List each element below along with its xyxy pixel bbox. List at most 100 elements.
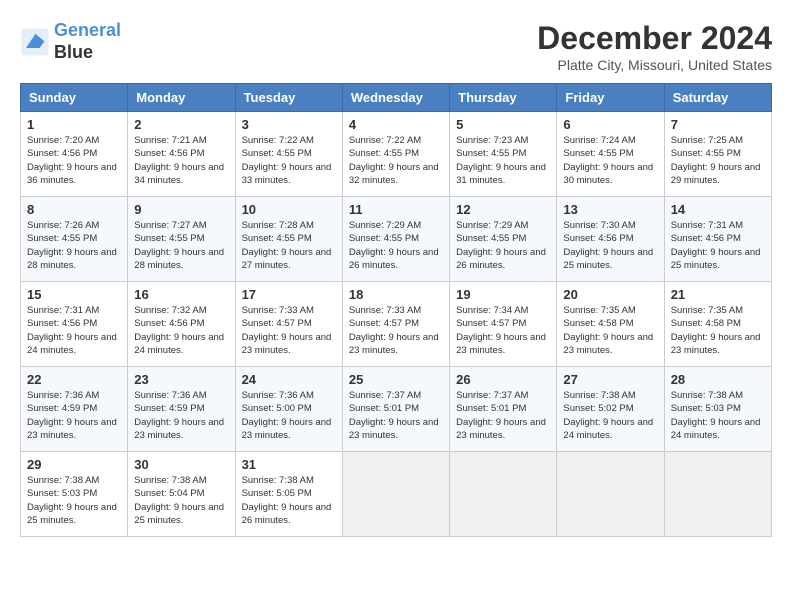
calendar-cell: 21 Sunrise: 7:35 AMSunset: 4:58 PMDayligh… (664, 282, 771, 367)
day-number: 16 (134, 287, 228, 302)
day-number: 20 (563, 287, 657, 302)
calendar-cell: 9 Sunrise: 7:27 AMSunset: 4:55 PMDaylight… (128, 197, 235, 282)
calendar-cell: 5 Sunrise: 7:23 AMSunset: 4:55 PMDaylight… (450, 112, 557, 197)
logo-icon (20, 27, 50, 57)
calendar-cell: 20 Sunrise: 7:35 AMSunset: 4:58 PMDayligh… (557, 282, 664, 367)
day-number: 5 (456, 117, 550, 132)
cell-content: Sunrise: 7:36 AMSunset: 4:59 PMDaylight:… (134, 389, 228, 442)
calendar-cell (450, 452, 557, 537)
cell-content: Sunrise: 7:36 AMSunset: 4:59 PMDaylight:… (27, 389, 121, 442)
calendar-day-header: Sunday (21, 84, 128, 112)
day-number: 23 (134, 372, 228, 387)
day-number: 1 (27, 117, 121, 132)
cell-content: Sunrise: 7:21 AMSunset: 4:56 PMDaylight:… (134, 134, 228, 187)
cell-content: Sunrise: 7:29 AMSunset: 4:55 PMDaylight:… (349, 219, 443, 272)
day-number: 17 (242, 287, 336, 302)
day-number: 4 (349, 117, 443, 132)
day-number: 7 (671, 117, 765, 132)
cell-content: Sunrise: 7:32 AMSunset: 4:56 PMDaylight:… (134, 304, 228, 357)
cell-content: Sunrise: 7:36 AMSunset: 5:00 PMDaylight:… (242, 389, 336, 442)
subtitle: Platte City, Missouri, United States (537, 57, 772, 73)
cell-content: Sunrise: 7:38 AMSunset: 5:04 PMDaylight:… (134, 474, 228, 527)
cell-content: Sunrise: 7:35 AMSunset: 4:58 PMDaylight:… (671, 304, 765, 357)
day-number: 19 (456, 287, 550, 302)
day-number: 29 (27, 457, 121, 472)
calendar-cell: 2Sunrise: 7:21 AMSunset: 4:56 PMDaylight… (128, 112, 235, 197)
calendar-day-header: Tuesday (235, 84, 342, 112)
cell-content: Sunrise: 7:31 AMSunset: 4:56 PMDaylight:… (671, 219, 765, 272)
calendar-cell: 4 Sunrise: 7:22 AMSunset: 4:55 PMDaylight… (342, 112, 449, 197)
cell-content: Sunrise: 7:38 AMSunset: 5:03 PMDaylight:… (27, 474, 121, 527)
day-number: 14 (671, 202, 765, 217)
day-number: 12 (456, 202, 550, 217)
cell-content: Sunrise: 7:37 AMSunset: 5:01 PMDaylight:… (349, 389, 443, 442)
calendar-cell: 27Sunrise: 7:38 AMSunset: 5:02 PMDayligh… (557, 367, 664, 452)
calendar-cell (557, 452, 664, 537)
cell-content: Sunrise: 7:23 AMSunset: 4:55 PMDaylight:… (456, 134, 550, 187)
day-number: 25 (349, 372, 443, 387)
calendar-cell: 12 Sunrise: 7:29 AMSunset: 4:55 PMDayligh… (450, 197, 557, 282)
calendar-week-row: 1 Sunrise: 7:20 AMSunset: 4:56 PMDaylight… (21, 112, 772, 197)
cell-content: Sunrise: 7:37 AMSunset: 5:01 PMDaylight:… (456, 389, 550, 442)
day-number: 6 (563, 117, 657, 132)
cell-content: Sunrise: 7:22 AMSunset: 4:55 PMDaylight:… (349, 134, 443, 187)
calendar-cell: 18 Sunrise: 7:33 AMSunset: 4:57 PMDayligh… (342, 282, 449, 367)
day-number: 30 (134, 457, 228, 472)
calendar-cell: 23 Sunrise: 7:36 AMSunset: 4:59 PMDayligh… (128, 367, 235, 452)
day-number: 3 (242, 117, 336, 132)
cell-content: Sunrise: 7:38 AMSunset: 5:05 PMDaylight:… (242, 474, 336, 527)
day-number: 22 (27, 372, 121, 387)
cell-content: Sunrise: 7:25 AMSunset: 4:55 PMDaylight:… (671, 134, 765, 187)
cell-content: Sunrise: 7:26 AMSunset: 4:55 PMDaylight:… (27, 219, 121, 272)
calendar-cell: 10Sunrise: 7:28 AMSunset: 4:55 PMDayligh… (235, 197, 342, 282)
cell-content: Sunrise: 7:38 AMSunset: 5:03 PMDaylight:… (671, 389, 765, 442)
calendar-cell: 30 Sunrise: 7:38 AMSunset: 5:04 PMDayligh… (128, 452, 235, 537)
day-number: 31 (242, 457, 336, 472)
day-number: 21 (671, 287, 765, 302)
calendar-cell: 16 Sunrise: 7:32 AMSunset: 4:56 PMDayligh… (128, 282, 235, 367)
day-number: 24 (242, 372, 336, 387)
calendar-cell (664, 452, 771, 537)
calendar-cell: 11 Sunrise: 7:29 AMSunset: 4:55 PMDayligh… (342, 197, 449, 282)
calendar-week-row: 8 Sunrise: 7:26 AMSunset: 4:55 PMDaylight… (21, 197, 772, 282)
calendar-day-header: Monday (128, 84, 235, 112)
calendar-header-row: SundayMondayTuesdayWednesdayThursdayFrid… (21, 84, 772, 112)
cell-content: Sunrise: 7:20 AMSunset: 4:56 PMDaylight:… (27, 134, 121, 187)
calendar-cell: 25 Sunrise: 7:37 AMSunset: 5:01 PMDayligh… (342, 367, 449, 452)
cell-content: Sunrise: 7:33 AMSunset: 4:57 PMDaylight:… (349, 304, 443, 357)
calendar-cell: 29 Sunrise: 7:38 AMSunset: 5:03 PMDayligh… (21, 452, 128, 537)
cell-content: Sunrise: 7:22 AMSunset: 4:55 PMDaylight:… (242, 134, 336, 187)
day-number: 27 (563, 372, 657, 387)
calendar-week-row: 15 Sunrise: 7:31 AMSunset: 4:56 PMDayligh… (21, 282, 772, 367)
cell-content: Sunrise: 7:31 AMSunset: 4:56 PMDaylight:… (27, 304, 121, 357)
calendar-cell: 1 Sunrise: 7:20 AMSunset: 4:56 PMDaylight… (21, 112, 128, 197)
logo-line2: Blue (54, 42, 121, 64)
cell-content: Sunrise: 7:33 AMSunset: 4:57 PMDaylight:… (242, 304, 336, 357)
day-number: 18 (349, 287, 443, 302)
cell-content: Sunrise: 7:27 AMSunset: 4:55 PMDaylight:… (134, 219, 228, 272)
header: General Blue December 2024 Platte City, … (20, 20, 772, 73)
calendar-week-row: 22 Sunrise: 7:36 AMSunset: 4:59 PMDayligh… (21, 367, 772, 452)
day-number: 28 (671, 372, 765, 387)
cell-content: Sunrise: 7:35 AMSunset: 4:58 PMDaylight:… (563, 304, 657, 357)
day-number: 10 (242, 202, 336, 217)
day-number: 11 (349, 202, 443, 217)
calendar-cell: 14 Sunrise: 7:31 AMSunset: 4:56 PMDayligh… (664, 197, 771, 282)
logo-text: General Blue (54, 20, 121, 63)
day-number: 8 (27, 202, 121, 217)
calendar-week-row: 29 Sunrise: 7:38 AMSunset: 5:03 PMDayligh… (21, 452, 772, 537)
calendar-cell: 6Sunrise: 7:24 AMSunset: 4:55 PMDaylight… (557, 112, 664, 197)
day-number: 9 (134, 202, 228, 217)
day-number: 15 (27, 287, 121, 302)
calendar-cell: 19Sunrise: 7:34 AMSunset: 4:57 PMDayligh… (450, 282, 557, 367)
calendar-cell: 31 Sunrise: 7:38 AMSunset: 5:05 PMDayligh… (235, 452, 342, 537)
title-area: December 2024 Platte City, Missouri, Uni… (537, 20, 772, 73)
calendar-body: 1 Sunrise: 7:20 AMSunset: 4:56 PMDaylight… (21, 112, 772, 537)
calendar-day-header: Wednesday (342, 84, 449, 112)
calendar-cell: 22 Sunrise: 7:36 AMSunset: 4:59 PMDayligh… (21, 367, 128, 452)
calendar-cell: 13Sunrise: 7:30 AMSunset: 4:56 PMDayligh… (557, 197, 664, 282)
main-title: December 2024 (537, 20, 772, 57)
cell-content: Sunrise: 7:29 AMSunset: 4:55 PMDaylight:… (456, 219, 550, 272)
logo: General Blue (20, 20, 121, 63)
calendar-day-header: Friday (557, 84, 664, 112)
